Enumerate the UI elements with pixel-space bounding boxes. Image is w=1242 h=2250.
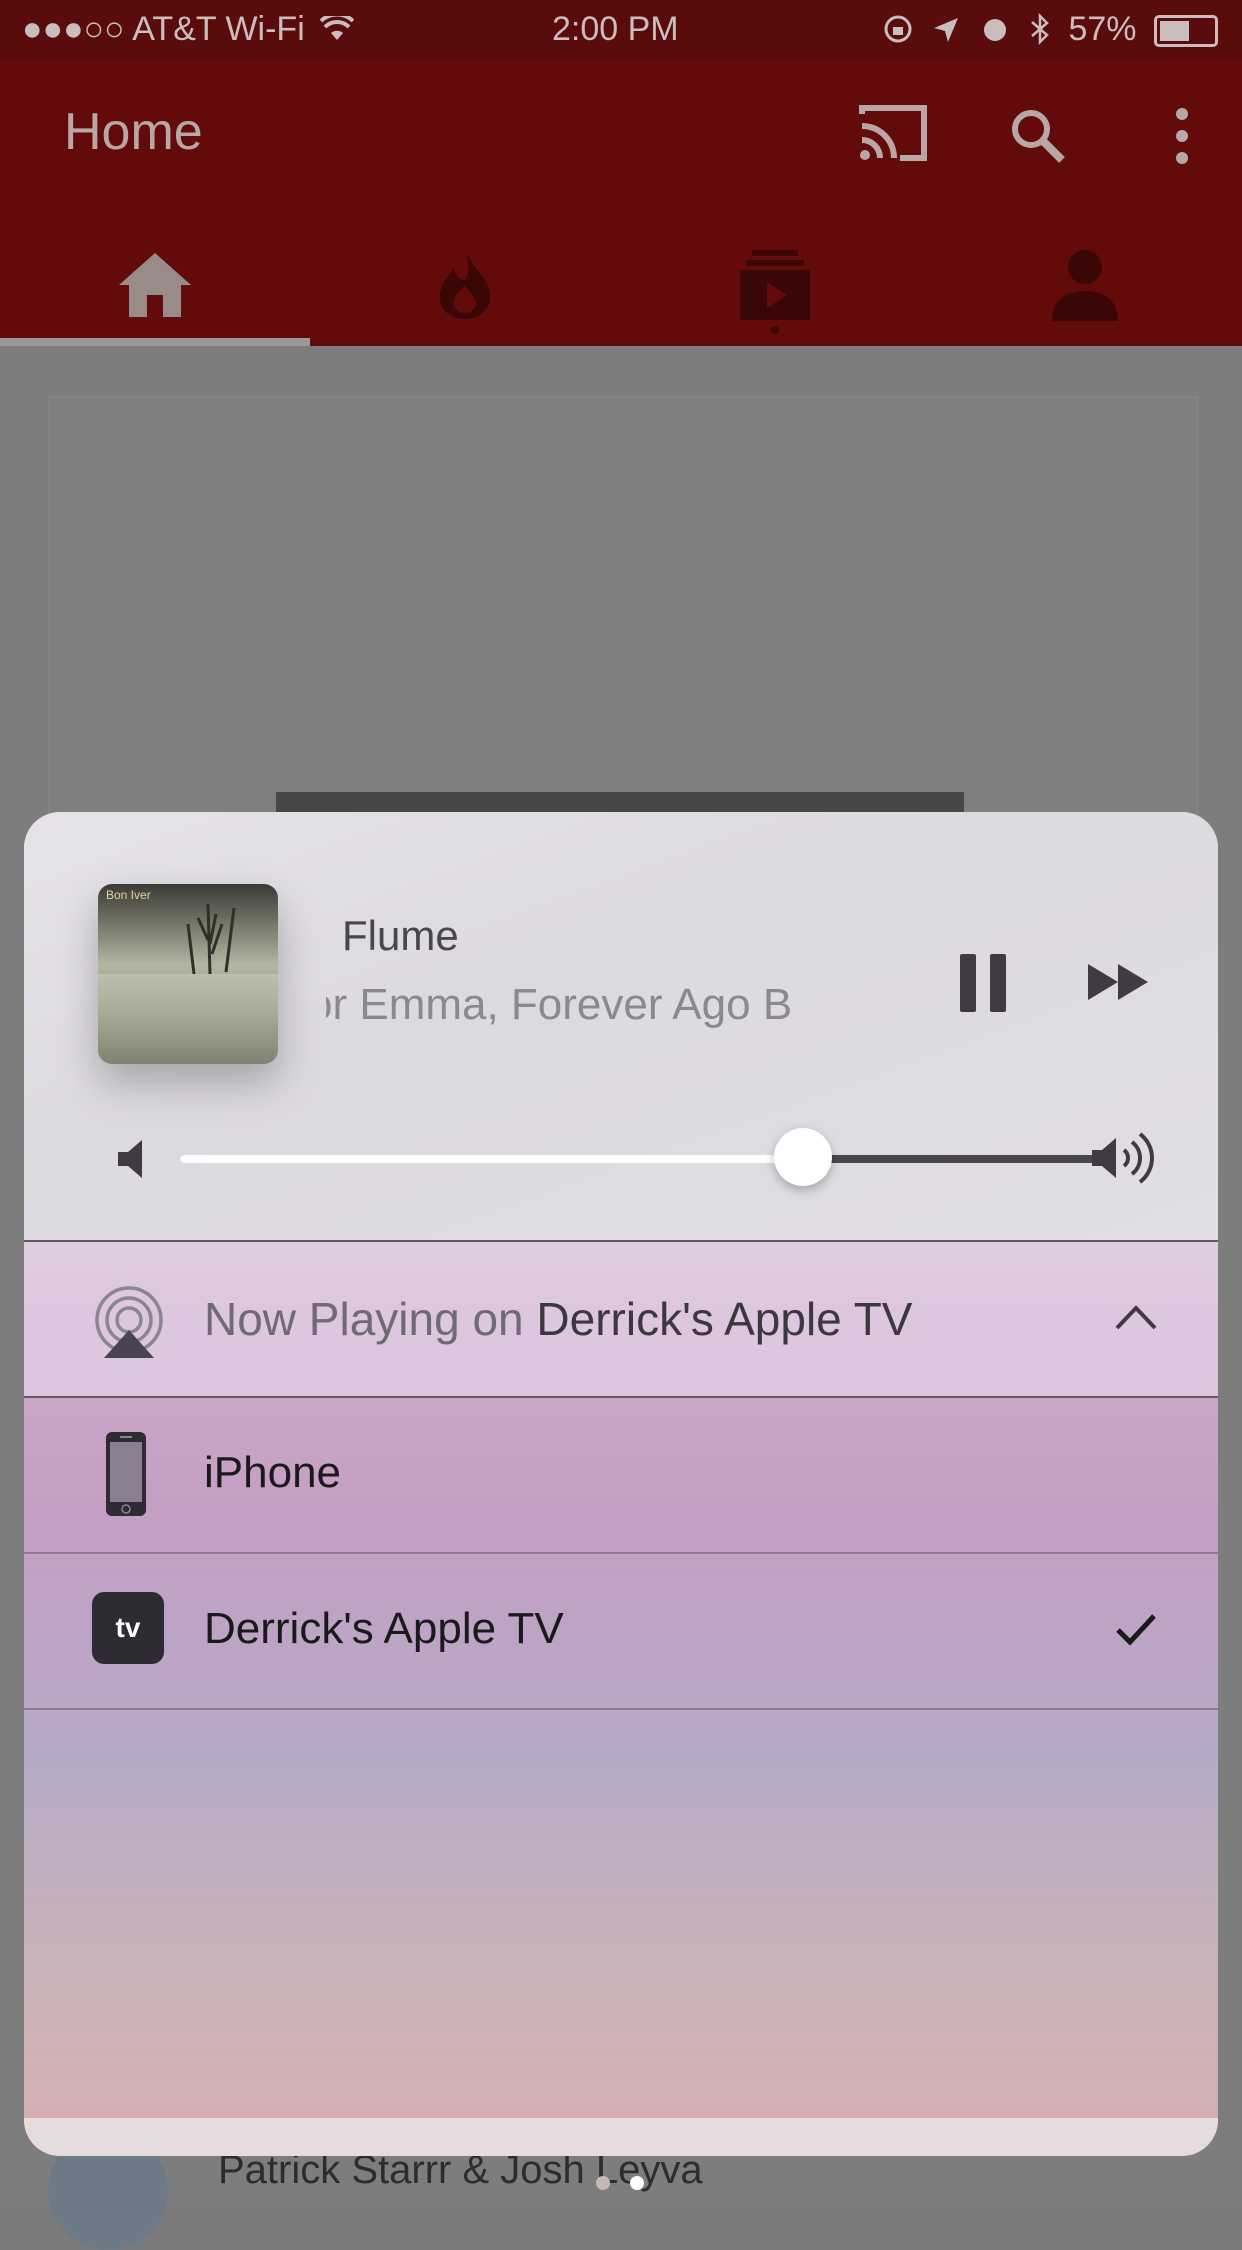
device-row-iphone[interactable]: iPhone	[24, 1398, 1218, 1552]
device-row-apple-tv[interactable]: tv Derrick's Apple TV	[24, 1554, 1218, 1708]
page-title: Home	[64, 103, 203, 161]
carrier-label: AT&T Wi-Fi	[132, 10, 305, 48]
flame-icon	[440, 251, 490, 319]
cast-icon[interactable]	[858, 104, 928, 162]
tab-account[interactable]	[930, 230, 1240, 340]
volume-knob[interactable]	[773, 1128, 832, 1186]
track-subtitle: or Emma, Forever Ago B	[326, 980, 916, 1030]
now-playing-route[interactable]: Now Playing on Derrick's Apple TV	[24, 1242, 1218, 1398]
device-name: iPhone	[204, 1448, 342, 1497]
signal-strength: ●●●○○	[22, 10, 125, 48]
new-content-dot	[771, 326, 779, 334]
alarm-icon	[983, 19, 1006, 41]
route-prefix: Now Playing on	[204, 1293, 537, 1345]
app-header: Home	[0, 60, 1242, 346]
battery-percent: 57%	[1068, 10, 1137, 48]
fast-forward-button[interactable]	[1084, 950, 1154, 1014]
home-icon	[119, 253, 191, 317]
route-label: Now Playing on Derrick's Apple TV	[204, 1292, 912, 1346]
search-icon[interactable]	[1008, 106, 1066, 164]
volume-fill	[180, 1155, 803, 1163]
device-name: Derrick's Apple TV	[204, 1604, 564, 1653]
route-device: Derrick's Apple TV	[536, 1293, 913, 1345]
location-icon	[934, 18, 959, 42]
track-subtitle-text: or Emma, Forever Ago B	[326, 980, 793, 1029]
subscriptions-icon	[740, 250, 810, 320]
apple-tv-icon: tv	[92, 1592, 164, 1664]
page-dot-active	[630, 2176, 644, 2190]
tab-subscriptions[interactable]	[620, 230, 930, 340]
track-title: Flume	[342, 912, 459, 959]
sheet-footer	[24, 2118, 1218, 2156]
volume-slider[interactable]	[180, 1128, 1096, 1186]
status-bar: ●●●○○ AT&T Wi-Fi 2:00 PM 57%	[0, 0, 1242, 60]
page-dot	[596, 2176, 610, 2190]
page-indicator[interactable]	[596, 2176, 656, 2196]
volume-high-icon	[1092, 1132, 1154, 1184]
status-left: ●●●○○ AT&T Wi-Fi	[22, 10, 355, 49]
pause-button[interactable]	[954, 948, 1014, 1018]
rotation-lock-icon	[884, 15, 912, 43]
divider	[24, 1708, 1218, 1710]
now-playing-sheet: Bon Iver Flume or Emma, Forever Ago B No…	[24, 812, 1218, 2156]
volume-low-icon	[118, 1140, 142, 1178]
album-art[interactable]: Bon Iver	[98, 884, 278, 1064]
wifi-icon	[319, 12, 355, 40]
chevron-up-icon[interactable]	[1114, 1302, 1158, 1332]
person-icon	[1052, 250, 1118, 321]
active-tab-indicator	[0, 338, 310, 346]
status-right: 57%	[883, 10, 1218, 49]
apple-tv-badge: tv	[115, 1612, 141, 1643]
iphone-icon	[106, 1432, 146, 1516]
airplay-icon	[95, 1286, 163, 1358]
tab-trending[interactable]	[310, 230, 620, 340]
checkmark-icon	[1116, 1614, 1156, 1646]
clock: 2:00 PM	[552, 10, 679, 48]
tab-home[interactable]	[0, 230, 310, 340]
more-options-icon[interactable]	[1170, 106, 1194, 166]
battery-icon	[1154, 15, 1218, 48]
bluetooth-icon	[1031, 12, 1049, 46]
now-playing-controls: Bon Iver Flume or Emma, Forever Ago B	[24, 812, 1218, 1240]
album-art-image	[98, 903, 278, 1064]
